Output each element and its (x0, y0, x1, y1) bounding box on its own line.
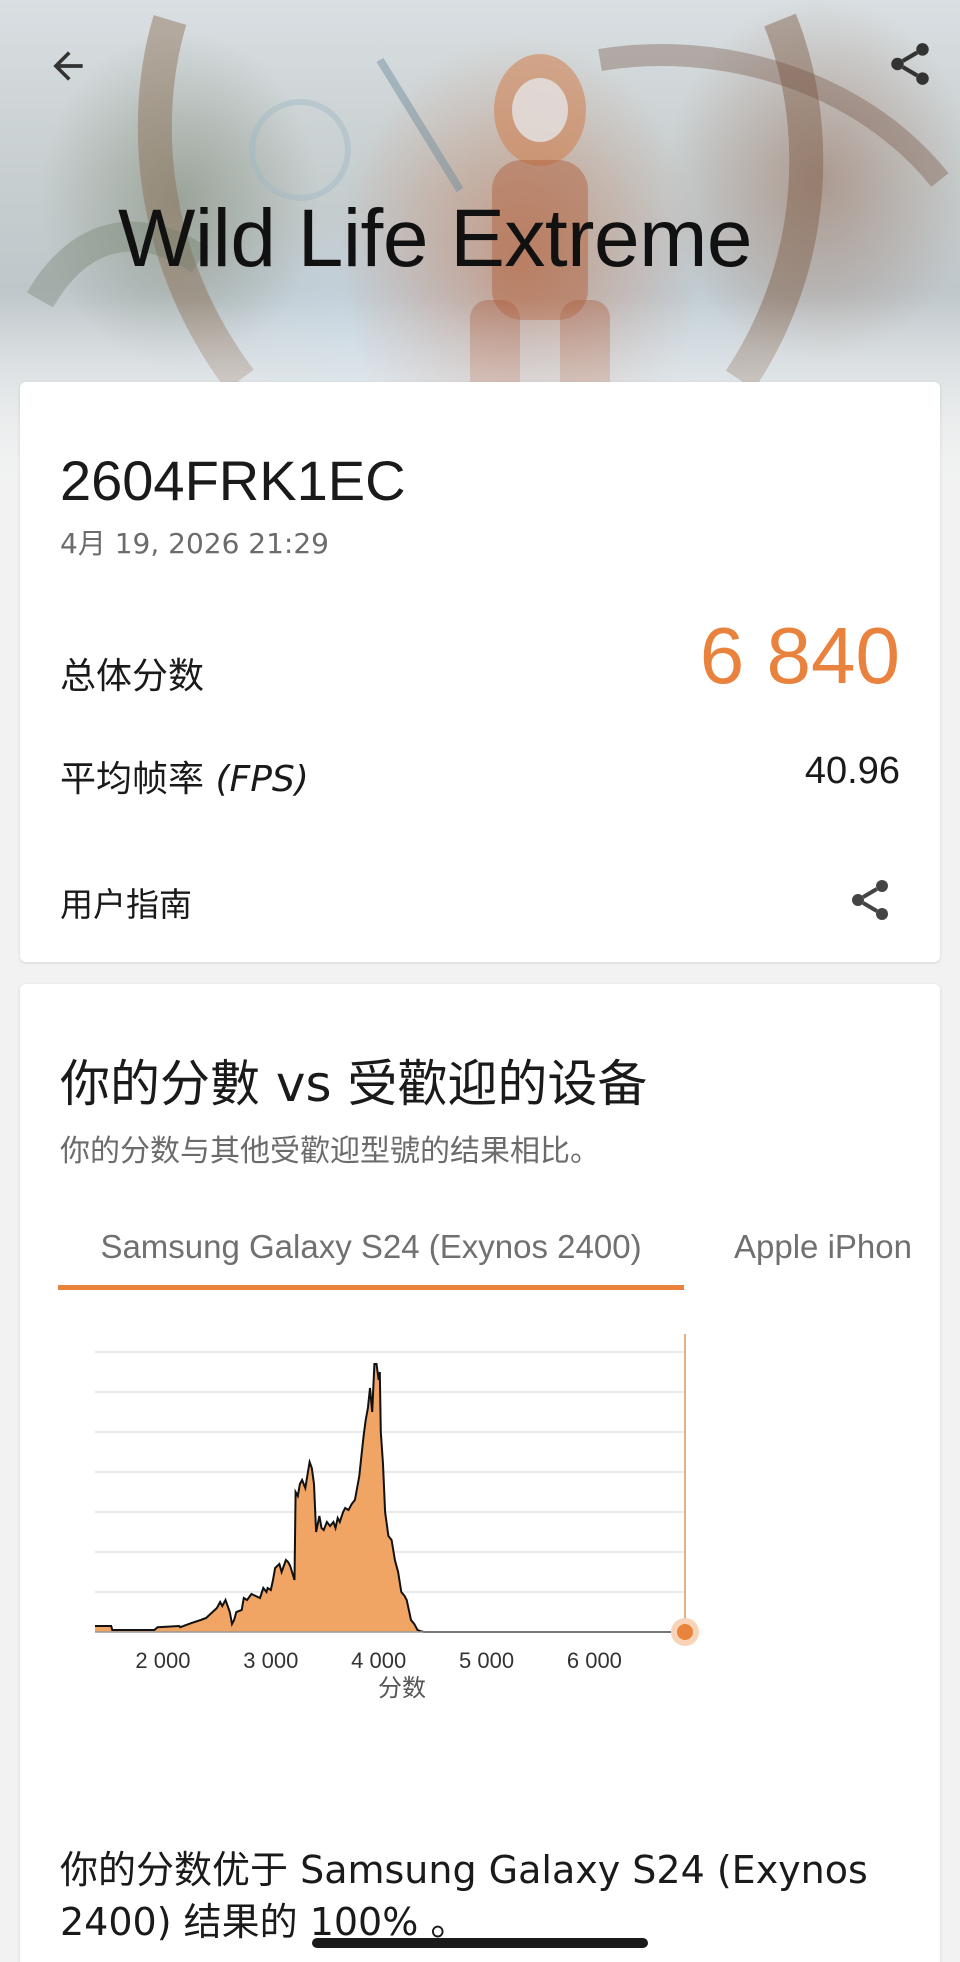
comparison-result-line1: 你的分数优于 Samsung Galaxy S24 (Exynos (60, 1848, 868, 1892)
guide-share-button[interactable] (840, 870, 900, 930)
distribution-svg: 2 000 3 000 4 000 5 000 6 000 分数 (95, 1334, 699, 1702)
share-icon (891, 43, 929, 85)
share-button[interactable] (874, 28, 946, 100)
app-screen: Wild Life Extreme 2604FRK1EC 4月 19, 2026… (0, 0, 960, 1962)
overall-score-value: 6 840 (699, 611, 900, 700)
comparison-subtitle: 你的分数与其他受歡迎型號的结果相比。 (60, 1134, 600, 1169)
overall-score-label: 总体分数 (60, 656, 205, 697)
home-indicator[interactable] (312, 1938, 648, 1948)
comparison-result-text: 你的分数优于 Samsung Galaxy S24 (Exynos 2400) … (60, 1844, 900, 1948)
x-tick-label: 3 000 (243, 1648, 298, 1673)
x-tick-label: 6 000 (567, 1648, 622, 1673)
x-tick-label: 5 000 (459, 1648, 514, 1673)
result-datetime: 4月 19, 2026 21:29 (60, 527, 329, 560)
user-guide-link[interactable]: 用户指南 (60, 878, 192, 926)
fps-unit: (FPS) (215, 759, 309, 800)
share-icon (852, 880, 888, 920)
fps-label-row: 平均帧率 (FPS) (60, 750, 309, 802)
fps-label: 平均帧率 (60, 759, 205, 800)
your-score-marker (677, 1624, 693, 1640)
arrow-left-icon (53, 51, 83, 81)
tab-samsung-galaxy-s24[interactable]: Samsung Galaxy S24 (Exynos 2400) (58, 1224, 684, 1290)
x-axis-label: 分数 (378, 1674, 426, 1702)
x-tick-label: 4 000 (351, 1648, 406, 1673)
result-card: 2604FRK1EC 4月 19, 2026 21:29 总体分数 6 840 … (20, 382, 940, 962)
tab-apple-iphone[interactable]: Apple iPhon (734, 1224, 912, 1290)
device-name: 2604FRK1EC (60, 449, 406, 512)
x-tick-label: 2 000 (135, 1648, 190, 1673)
comparison-card: 你的分數 vs 受歡迎的设备 你的分数与其他受歡迎型號的结果相比。 Samsun… (20, 984, 940, 1962)
back-button[interactable] (32, 30, 104, 102)
device-tabs: Samsung Galaxy S24 (Exynos 2400) Apple i… (58, 1224, 922, 1290)
benchmark-title: Wild Life Extreme (118, 193, 753, 284)
score-distribution-chart: 2 000 3 000 4 000 5 000 6 000 分数 (20, 1334, 940, 1814)
fps-value: 40.96 (804, 750, 900, 792)
comparison-title: 你的分數 vs 受歡迎的设备 (60, 1055, 648, 1113)
